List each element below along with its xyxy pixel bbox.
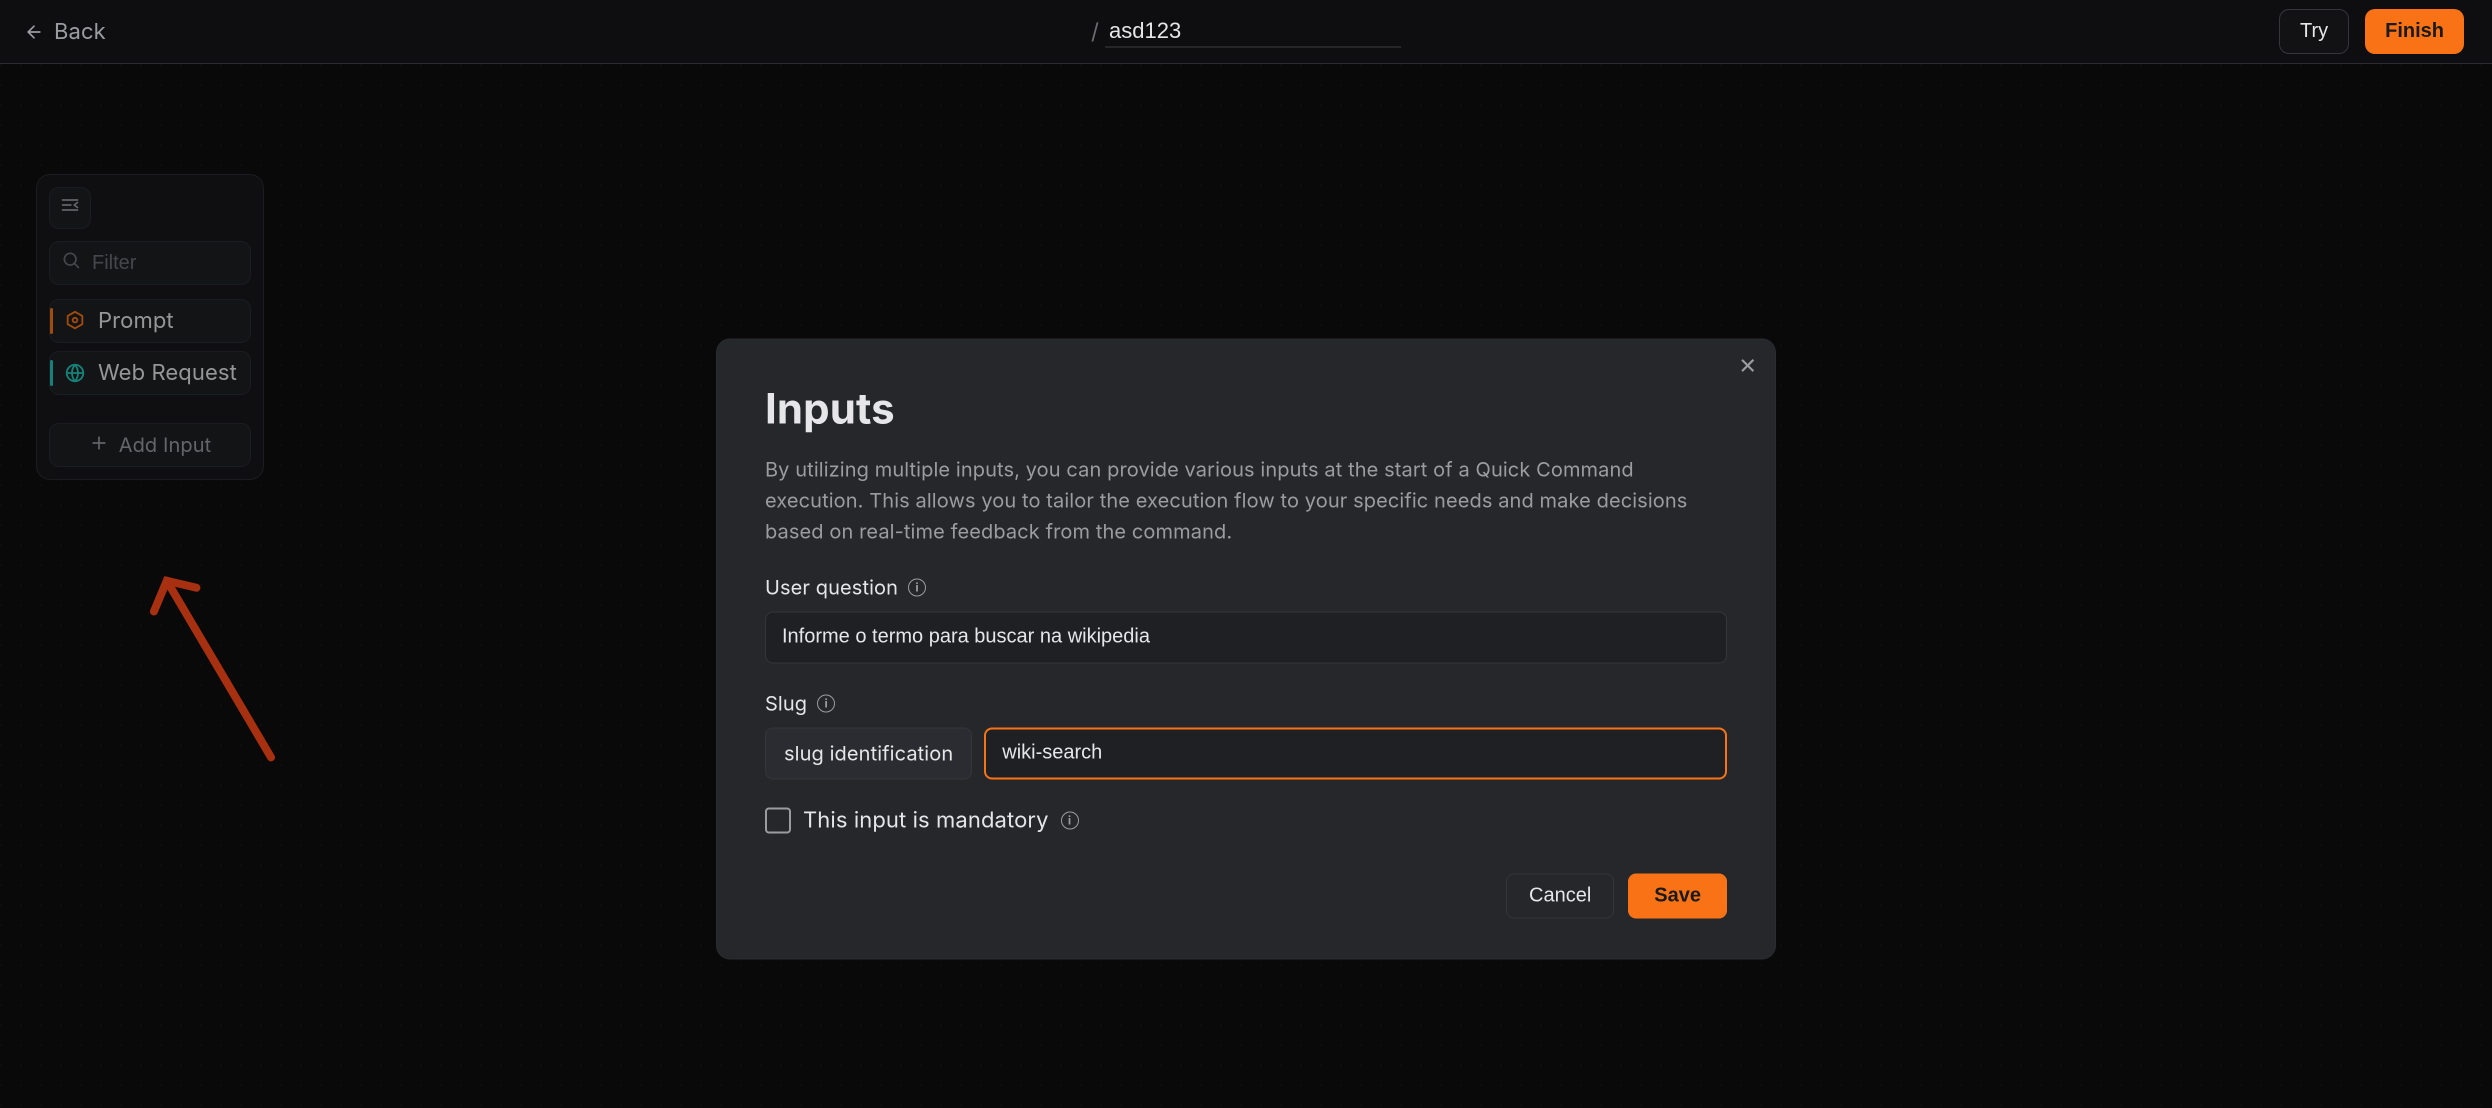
mandatory-checkbox[interactable] xyxy=(765,807,791,833)
slug-chip: slug identification xyxy=(765,727,972,779)
slug-input[interactable] xyxy=(984,727,1727,779)
top-actions: Try Finish xyxy=(2279,9,2464,54)
title-input[interactable] xyxy=(1105,16,1401,48)
field-label: Slug i xyxy=(765,691,1727,715)
back-button[interactable]: Back xyxy=(24,19,106,45)
try-button[interactable]: Try xyxy=(2279,9,2349,54)
modal-actions: Cancel Save xyxy=(765,873,1727,918)
finish-button[interactable]: Finish xyxy=(2365,9,2464,54)
breadcrumb-separator: / xyxy=(1091,19,1099,45)
user-question-field: User question i xyxy=(765,575,1727,663)
arrow-left-icon xyxy=(24,22,44,42)
user-question-input[interactable] xyxy=(765,611,1727,663)
modal-description: By utilizing multiple inputs, you can pr… xyxy=(765,454,1727,547)
close-icon: ✕ xyxy=(1738,353,1757,379)
slug-label: Slug xyxy=(765,691,807,715)
mandatory-label: This input is mandatory xyxy=(803,807,1049,833)
inputs-modal: ✕ Inputs By utilizing multiple inputs, y… xyxy=(716,338,1776,959)
info-icon[interactable]: i xyxy=(1061,811,1079,829)
close-button[interactable]: ✕ xyxy=(1738,353,1757,379)
mandatory-row: This input is mandatory i xyxy=(765,807,1727,833)
top-bar: Back / Try Finish xyxy=(0,0,2492,64)
slug-row: slug identification xyxy=(765,727,1727,779)
save-button[interactable]: Save xyxy=(1628,873,1727,918)
modal-title: Inputs xyxy=(765,383,1727,434)
info-icon[interactable]: i xyxy=(817,694,835,712)
field-label: User question i xyxy=(765,575,1727,599)
slug-field: Slug i slug identification xyxy=(765,691,1727,779)
back-label: Back xyxy=(54,19,106,45)
canvas: Prompt Web Request Add Input ✕ Inputs xyxy=(0,64,2492,1108)
info-icon[interactable]: i xyxy=(908,578,926,596)
cancel-button[interactable]: Cancel xyxy=(1506,873,1614,918)
breadcrumb: / xyxy=(1091,16,1401,48)
user-question-label: User question xyxy=(765,575,898,599)
